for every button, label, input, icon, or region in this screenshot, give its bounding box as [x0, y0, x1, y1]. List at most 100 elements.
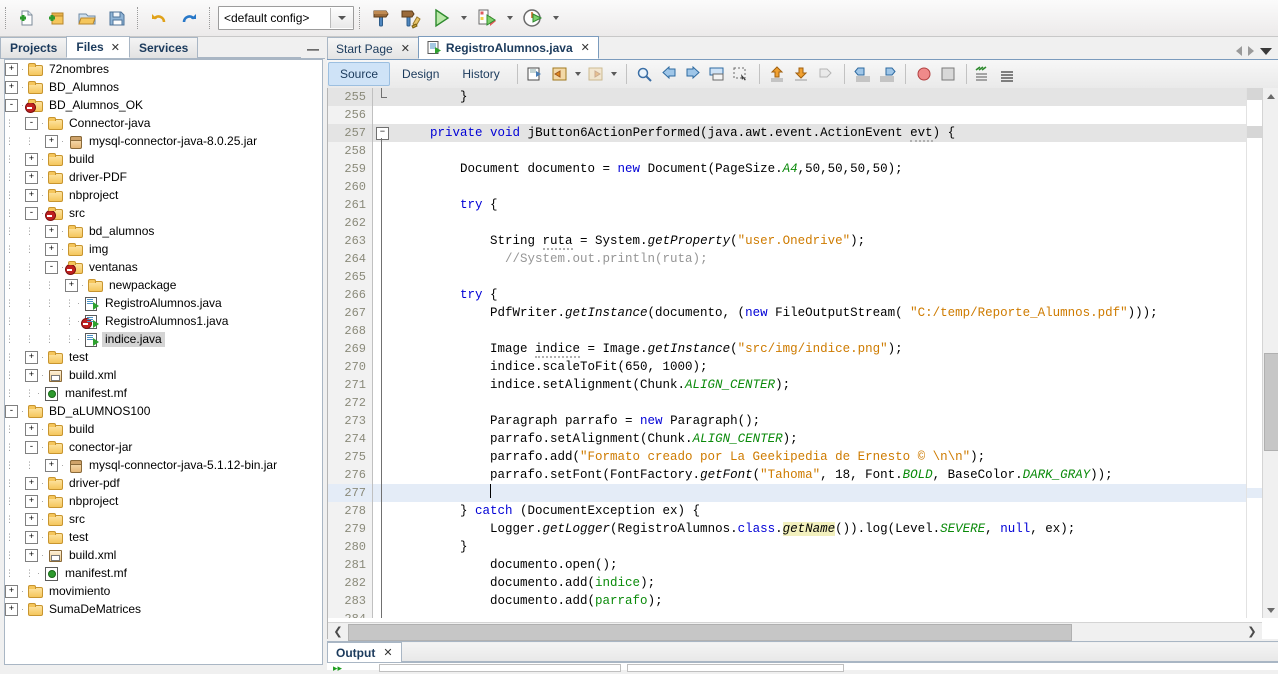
tree-expander-expand-icon[interactable]: +	[5, 62, 18, 76]
tree-expander-collapse-icon[interactable]: -	[25, 116, 38, 130]
code-line[interactable]: }	[395, 88, 1262, 106]
code-line[interactable]: parrafo.setAlignment(Chunk.ALIGN_CENTER)…	[395, 430, 1262, 448]
error-stripe[interactable]	[1246, 88, 1262, 618]
tree-node[interactable]: - · BD_aLUMNOS100	[5, 402, 322, 420]
previous-error-icon[interactable]	[766, 63, 790, 85]
tree-node[interactable]: + · SumaDeMatrices	[5, 600, 322, 618]
code-line[interactable]: String ruta = System.getProperty("user.O…	[395, 232, 1262, 250]
code-line[interactable]	[395, 106, 1262, 124]
output-field-left[interactable]	[379, 664, 621, 672]
profile-project-button[interactable]	[518, 3, 548, 33]
code-line[interactable]: documento.add(parrafo);	[395, 592, 1262, 610]
previous-bookmark-icon[interactable]	[657, 63, 681, 85]
vertical-scrollbar-thumb[interactable]	[1264, 353, 1278, 451]
explorer-tab-files[interactable]: Files ✕	[66, 36, 130, 58]
next-error-icon[interactable]	[790, 63, 814, 85]
close-icon[interactable]: ✕	[383, 646, 392, 659]
tree-node[interactable]: ⋮ ⋮ + · bd_alumnos	[5, 222, 322, 240]
tree-expander-collapse-icon[interactable]: -	[25, 206, 38, 220]
code-line[interactable]: parrafo.add("Formato creado por La Geeki…	[395, 448, 1262, 466]
run-project-button[interactable]	[426, 3, 456, 33]
tree-node[interactable]: ⋮ + · build.xml	[5, 366, 322, 384]
editor-tab-registroalumnos[interactable]: RegistroAlumnos.java ✕	[417, 36, 599, 59]
code-line[interactable]	[395, 178, 1262, 196]
code-line[interactable]: } catch (DocumentException ex) {	[395, 502, 1262, 520]
close-icon[interactable]: ✕	[111, 41, 120, 54]
code-line[interactable]: documento.open();	[395, 556, 1262, 574]
tree-expander-expand-icon[interactable]: +	[25, 494, 38, 508]
tree-expander-collapse-icon[interactable]: -	[5, 404, 18, 418]
scroll-left-icon[interactable]: ❮	[328, 624, 348, 639]
code-line[interactable]	[395, 322, 1262, 340]
minimize-window-button[interactable]: —	[301, 42, 325, 58]
tree-node[interactable]: ⋮ + · driver-pdf	[5, 474, 322, 492]
code-text-area[interactable]: } private void jButton6ActionPerformed(j…	[395, 88, 1262, 618]
next-bookmark-icon[interactable]	[681, 63, 705, 85]
toggle-highlight-icon[interactable]	[814, 63, 838, 85]
tree-node[interactable]: ⋮ ⋮ · manifest.mf	[5, 384, 322, 402]
tree-node[interactable]: + · 72nombres	[5, 60, 322, 78]
code-line[interactable]: indice.scaleToFit(650, 1000);	[395, 358, 1262, 376]
horizontal-scrollbar-thumb[interactable]	[348, 623, 1072, 641]
uncomment-icon[interactable]	[997, 63, 1021, 85]
tree-expander-collapse-icon[interactable]: -	[5, 98, 18, 112]
new-project-button[interactable]	[42, 3, 72, 33]
back-navigation-icon[interactable]	[548, 63, 572, 85]
tree-node[interactable]: ⋮ ⋮ ⋮ ⋮ · RegistroAlumnos.java	[5, 294, 322, 312]
code-line[interactable]	[395, 610, 1262, 618]
tree-expander-expand-icon[interactable]: +	[25, 368, 38, 382]
code-line[interactable]	[395, 484, 1262, 502]
open-project-button[interactable]	[72, 3, 102, 33]
tree-expander-expand-icon[interactable]: +	[25, 170, 38, 184]
editor-horizontal-scrollbar[interactable]: ❮ ❯	[328, 622, 1262, 641]
explorer-tab-services[interactable]: Services	[128, 37, 199, 58]
explorer-tab-projects[interactable]: Projects	[0, 37, 68, 58]
close-icon[interactable]: ✕	[401, 42, 410, 55]
tree-node[interactable]: - · BD_Alumnos_OK	[5, 96, 322, 114]
scroll-right-icon[interactable]: ❯	[1242, 624, 1262, 639]
tree-node[interactable]: ⋮ + · build	[5, 150, 322, 168]
profile-dropdown-button[interactable]	[548, 3, 564, 33]
fold-collapse-icon[interactable]: −	[376, 127, 389, 140]
tree-node[interactable]: ⋮ ⋮ - · ventanas	[5, 258, 322, 276]
debug-dropdown-button[interactable]	[502, 3, 518, 33]
editor-vertical-scrollbar[interactable]	[1262, 88, 1278, 618]
debug-project-button[interactable]	[472, 3, 502, 33]
tree-expander-expand-icon[interactable]: +	[5, 584, 18, 598]
tree-expander-expand-icon[interactable]: +	[5, 602, 18, 616]
tree-node[interactable]: ⋮ ⋮ ⋮ ⋮ · indice.java	[5, 330, 322, 348]
tree-node[interactable]: ⋮ - · conector-jar	[5, 438, 322, 456]
code-line[interactable]	[395, 394, 1262, 412]
tree-expander-collapse-icon[interactable]: -	[25, 440, 38, 454]
editor-tab-start-page[interactable]: Start Page ✕	[327, 37, 419, 59]
files-tree[interactable]: + · 72nombres + · BD_Alumnos - · BD_Alumnos_OK ⋮ -…	[4, 59, 323, 665]
toggle-rectangular-selection-icon[interactable]	[729, 63, 753, 85]
toggle-bookmark-icon[interactable]	[705, 63, 729, 85]
tree-node[interactable]: ⋮ + · build	[5, 420, 322, 438]
tree-expander-expand-icon[interactable]: +	[45, 224, 58, 238]
chevron-down-icon[interactable]	[330, 8, 353, 28]
code-line[interactable]	[395, 142, 1262, 160]
tree-node[interactable]: ⋮ ⋮ + · mysql-connector-java-5.1.12-bin.jar	[5, 456, 322, 474]
tree-expander-expand-icon[interactable]: +	[25, 530, 38, 544]
scroll-tabs-right-icon[interactable]	[1248, 46, 1254, 56]
code-line[interactable]	[395, 214, 1262, 232]
code-line[interactable]	[395, 268, 1262, 286]
tree-node[interactable]: ⋮ ⋮ · manifest.mf	[5, 564, 322, 582]
horizontal-scrollbar-track[interactable]	[348, 623, 1242, 641]
tree-expander-expand-icon[interactable]: +	[45, 134, 58, 148]
tree-node[interactable]: ⋮ ⋮ ⋮ + · newpackage	[5, 276, 322, 294]
scroll-down-icon[interactable]	[1263, 602, 1278, 618]
save-all-button[interactable]	[102, 3, 132, 33]
tree-expander-expand-icon[interactable]: +	[25, 512, 38, 526]
new-file-button[interactable]	[12, 3, 42, 33]
last-edit-icon[interactable]	[524, 63, 548, 85]
tree-node[interactable]: ⋮ ⋮ + · img	[5, 240, 322, 258]
code-line[interactable]: parrafo.setFont(FontFactory.getFont("Tah…	[395, 466, 1262, 484]
tree-expander-expand-icon[interactable]: +	[25, 188, 38, 202]
tree-expander-expand-icon[interactable]: +	[45, 242, 58, 256]
code-line[interactable]: Document documento = new Document(PageSi…	[395, 160, 1262, 178]
tree-expander-expand-icon[interactable]: +	[25, 350, 38, 364]
tree-node[interactable]: ⋮ + · test	[5, 348, 322, 366]
code-line[interactable]: //System.out.println(ruta);	[395, 250, 1262, 268]
